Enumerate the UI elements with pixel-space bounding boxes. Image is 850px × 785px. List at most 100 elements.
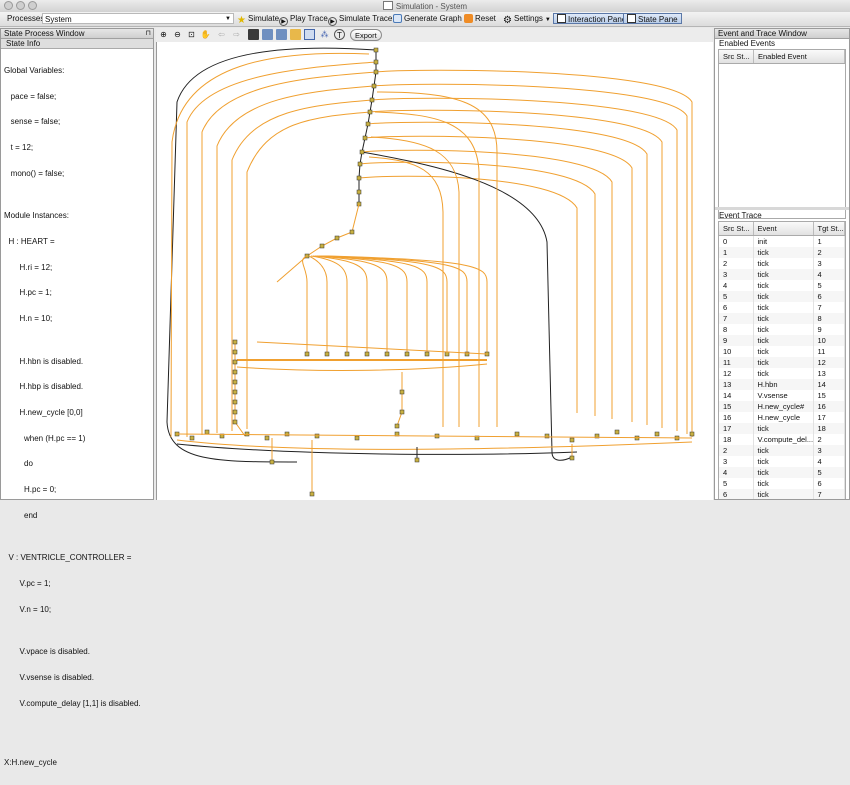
table-row[interactable]: 2 tick 3 (719, 258, 845, 269)
graph-node[interactable] (404, 351, 410, 357)
graph-node[interactable] (394, 423, 400, 429)
graph-node[interactable] (424, 351, 430, 357)
graph-node[interactable] (614, 429, 620, 435)
redo-icon[interactable] (276, 29, 287, 40)
table-row[interactable]: 6 tick 7 (719, 489, 845, 499)
table-row[interactable]: 5 tick 6 (719, 478, 845, 489)
graph-node[interactable] (689, 431, 695, 437)
graph-node[interactable] (264, 435, 270, 441)
reset-button[interactable]: Reset (464, 13, 496, 24)
graph-node[interactable] (232, 419, 238, 425)
graph-node[interactable] (269, 459, 275, 465)
graph-edge[interactable] (364, 135, 633, 422)
folder-icon[interactable] (290, 29, 301, 40)
graph-node[interactable] (232, 399, 238, 405)
graph-node[interactable] (384, 351, 390, 357)
graph-node[interactable] (371, 83, 377, 89)
graph-edge[interactable] (314, 255, 388, 354)
graph-node[interactable] (324, 351, 330, 357)
graph-node[interactable] (414, 457, 420, 463)
graph-node[interactable] (365, 121, 371, 127)
back-arrow-icon[interactable]: ⇦ (216, 29, 227, 40)
column-header[interactable]: Src St... (719, 50, 754, 64)
graph-edge[interactable] (316, 255, 408, 354)
table-row[interactable]: 8 tick 9 (719, 324, 845, 335)
graph-edge[interactable] (368, 156, 444, 427)
graph-edge[interactable] (396, 372, 403, 427)
graph-node[interactable] (232, 369, 238, 375)
graph-edge[interactable] (367, 121, 648, 425)
graph-edge[interactable] (170, 52, 370, 438)
graph-node[interactable] (344, 351, 350, 357)
graph-edge[interactable] (186, 61, 377, 437)
graph-edge[interactable] (370, 136, 460, 427)
state-graph[interactable] (157, 42, 713, 500)
active-path[interactable] (166, 47, 377, 463)
graph-edge[interactable] (359, 161, 596, 416)
graph-edge[interactable] (310, 255, 348, 354)
graph-node[interactable] (349, 229, 355, 235)
zoom-out-icon[interactable]: ⊖ (172, 29, 183, 40)
graph-node[interactable] (373, 47, 379, 53)
zoom-fit-icon[interactable]: ⊡ (186, 29, 197, 40)
layout-icon[interactable]: ⁂ (319, 29, 330, 40)
graph-edge[interactable] (312, 255, 368, 354)
simulate-button[interactable]: ★ Simulate (237, 13, 279, 26)
save-icon[interactable] (248, 29, 259, 40)
graph-edge[interactable] (176, 439, 693, 450)
graph-node[interactable] (334, 235, 340, 241)
graph-node[interactable] (356, 189, 362, 195)
table-row[interactable]: 12 tick 13 (719, 368, 845, 379)
graph-node[interactable] (232, 379, 238, 385)
export-button[interactable]: Export (350, 29, 382, 41)
graph-edge[interactable] (302, 255, 308, 354)
graph-node[interactable] (244, 431, 250, 437)
graph-node[interactable] (354, 435, 360, 441)
table-row[interactable]: 3 tick 4 (719, 269, 845, 280)
graph-node[interactable] (309, 491, 315, 497)
graph-node[interactable] (232, 389, 238, 395)
graph-edge[interactable] (320, 255, 448, 354)
graph-edge[interactable] (276, 203, 360, 283)
state-pane-toggle[interactable]: State Pane (623, 13, 682, 24)
graph-edge[interactable] (231, 99, 373, 431)
graph-node[interactable] (232, 339, 238, 345)
graph-edge[interactable] (246, 111, 371, 429)
graph-node[interactable] (654, 431, 660, 437)
forward-arrow-icon[interactable]: ⇨ (231, 29, 242, 40)
graph-node[interactable] (373, 59, 379, 65)
text-tool-icon[interactable]: T (334, 29, 345, 40)
table-row[interactable]: 16 H.new_cycle 17 (719, 412, 845, 423)
table-row[interactable]: 4 tick 5 (719, 467, 845, 478)
graph-node[interactable] (399, 389, 405, 395)
graph-edge[interactable] (371, 97, 678, 431)
state-info-tab[interactable]: State Info (1, 39, 153, 49)
graph-edge[interactable] (201, 71, 377, 435)
graph-node[interactable] (356, 175, 362, 181)
graph-edge[interactable] (318, 255, 428, 354)
table-row[interactable]: 1 tick 2 (719, 247, 845, 258)
graph-node[interactable] (514, 431, 520, 437)
print-icon[interactable] (304, 29, 315, 40)
undo-icon[interactable] (262, 29, 273, 40)
hand-icon[interactable]: ✋ (200, 29, 211, 40)
graph-edge[interactable] (358, 175, 578, 413)
play-trace-button[interactable]: ▶ Play Trace (279, 13, 328, 26)
table-row[interactable]: 11 tick 12 (719, 357, 845, 368)
graph-node[interactable] (359, 149, 365, 155)
table-row[interactable]: 14 V.vsense 15 (719, 390, 845, 401)
graph-node[interactable] (189, 435, 195, 441)
column-header[interactable]: Src St... (719, 222, 754, 236)
pin-icon[interactable]: ⊓ (146, 29, 151, 38)
graph-node[interactable] (357, 161, 363, 167)
column-header[interactable]: Enabled Event (753, 50, 845, 64)
generate-graph-button[interactable]: Generate Graph (393, 13, 462, 24)
graph-node[interactable] (373, 69, 379, 75)
zoom-in-icon[interactable]: ⊕ (158, 29, 169, 40)
graph-edge[interactable] (256, 341, 488, 355)
graph-node[interactable] (204, 429, 210, 435)
table-row[interactable]: 18 V.compute_del... 2 (719, 434, 845, 445)
table-row[interactable]: 5 tick 6 (719, 291, 845, 302)
graph-node[interactable] (444, 351, 450, 357)
graph-node[interactable] (367, 109, 373, 115)
